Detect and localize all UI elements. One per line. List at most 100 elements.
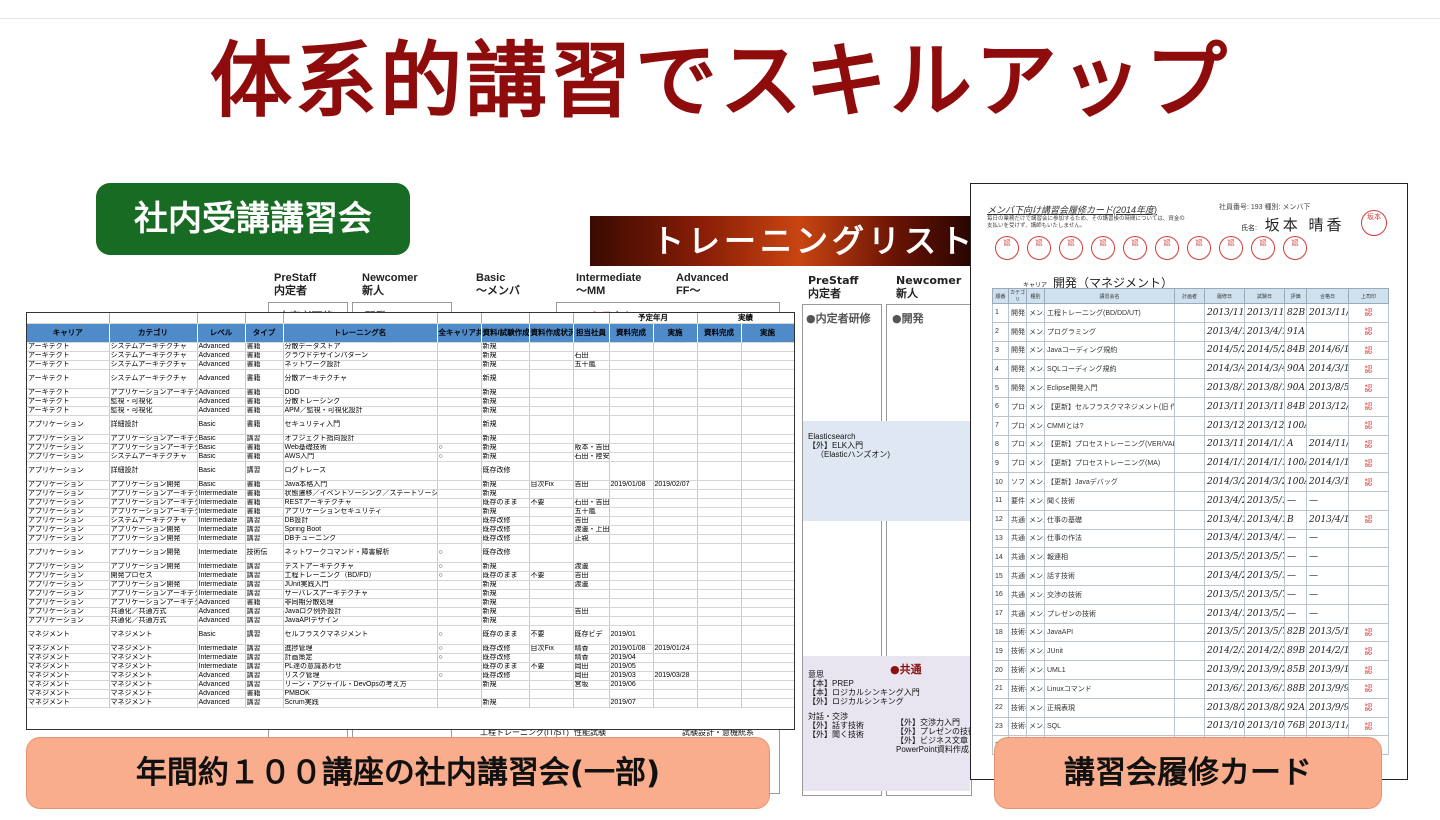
- table-cell[interactable]: [697, 671, 742, 681]
- sheet-col-header[interactable]: カテゴリ: [109, 323, 198, 343]
- table-cell[interactable]: 書籍: [245, 489, 284, 499]
- table-cell[interactable]: Advanced: [197, 598, 246, 608]
- table-cell[interactable]: [437, 434, 482, 444]
- table-cell[interactable]: [741, 653, 794, 663]
- table-cell[interactable]: [741, 698, 794, 708]
- table-cell[interactable]: アプリケーション: [27, 616, 110, 626]
- table-cell[interactable]: 2019/05: [609, 662, 654, 672]
- table-cell[interactable]: [529, 589, 574, 599]
- table-cell[interactable]: システムアーキテクチャ: [109, 342, 198, 352]
- table-cell[interactable]: 2019/03: [609, 671, 654, 681]
- table-cell[interactable]: [697, 342, 742, 352]
- table-cell[interactable]: [653, 580, 698, 590]
- table-cell[interactable]: [697, 443, 742, 453]
- table-cell[interactable]: 阪本・吉田: [573, 443, 610, 453]
- table-cell[interactable]: [741, 415, 794, 435]
- table-cell[interactable]: [529, 342, 574, 352]
- table-cell[interactable]: [437, 406, 482, 416]
- table-cell[interactable]: 書籍: [245, 598, 284, 608]
- table-cell[interactable]: [741, 571, 794, 581]
- table-cell[interactable]: [741, 625, 794, 645]
- table-cell[interactable]: アプリケーション: [27, 443, 110, 453]
- table-cell[interactable]: [529, 489, 574, 499]
- table-cell[interactable]: マネジメント: [109, 698, 198, 708]
- table-cell[interactable]: [609, 598, 654, 608]
- table-cell[interactable]: Intermediate: [197, 644, 246, 654]
- table-cell[interactable]: AWS入門: [283, 452, 438, 462]
- table-cell[interactable]: [697, 480, 742, 490]
- table-cell[interactable]: マネジメント: [109, 662, 198, 672]
- table-cell[interactable]: DDD: [283, 388, 438, 398]
- table-cell[interactable]: 新規: [481, 507, 530, 517]
- table-cell[interactable]: 岡田: [573, 662, 610, 672]
- table-cell[interactable]: 2019/01/24: [653, 644, 698, 654]
- table-cell[interactable]: 既存のまま: [481, 625, 530, 645]
- table-cell[interactable]: [653, 461, 698, 481]
- table-cell[interactable]: アプリケーションセキュリティ: [283, 507, 438, 517]
- table-cell[interactable]: アプリケーション: [27, 498, 110, 508]
- table-cell[interactable]: [653, 516, 698, 526]
- table-cell[interactable]: [653, 369, 698, 389]
- table-cell[interactable]: [609, 342, 654, 352]
- table-cell[interactable]: Advanced: [197, 698, 246, 708]
- table-cell[interactable]: Advanced: [197, 680, 246, 690]
- table-cell[interactable]: Basic: [197, 415, 246, 435]
- table-cell[interactable]: [653, 434, 698, 444]
- table-cell[interactable]: [529, 443, 574, 453]
- table-cell[interactable]: 既存のまま: [481, 571, 530, 581]
- table-cell[interactable]: [529, 680, 574, 690]
- table-cell[interactable]: 目次Fix: [529, 644, 574, 654]
- table-cell[interactable]: 新規: [481, 443, 530, 453]
- table-cell[interactable]: [529, 580, 574, 590]
- table-cell[interactable]: [697, 689, 742, 699]
- table-cell[interactable]: ○: [437, 562, 482, 572]
- table-cell[interactable]: 新規: [481, 342, 530, 352]
- table-cell[interactable]: 吉田: [573, 607, 610, 617]
- table-cell[interactable]: マネジメント: [109, 689, 198, 699]
- table-cell[interactable]: [437, 589, 482, 599]
- table-cell[interactable]: Advanced: [197, 406, 246, 416]
- table-cell[interactable]: アーキテクト: [27, 351, 110, 361]
- table-cell[interactable]: [609, 562, 654, 572]
- table-cell[interactable]: [697, 369, 742, 389]
- table-cell[interactable]: ○: [437, 452, 482, 462]
- sheet-col-header[interactable]: 資料完成: [609, 323, 654, 343]
- table-cell[interactable]: [609, 388, 654, 398]
- table-cell[interactable]: 2019/04: [609, 653, 654, 663]
- table-cell[interactable]: 新規: [481, 415, 530, 435]
- table-cell[interactable]: [741, 342, 794, 352]
- table-cell[interactable]: 講習: [245, 516, 284, 526]
- table-cell[interactable]: [573, 698, 610, 708]
- table-cell[interactable]: 新規: [481, 351, 530, 361]
- table-cell[interactable]: [653, 625, 698, 645]
- table-cell[interactable]: [609, 525, 654, 535]
- table-cell[interactable]: システムアーキテクチャ: [109, 351, 198, 361]
- table-cell[interactable]: ○: [437, 653, 482, 663]
- table-cell[interactable]: マネジメント: [109, 625, 198, 645]
- table-cell[interactable]: [529, 698, 574, 708]
- table-cell[interactable]: [741, 662, 794, 672]
- table-cell[interactable]: [741, 498, 794, 508]
- table-cell[interactable]: [741, 443, 794, 453]
- table-cell[interactable]: [653, 680, 698, 690]
- table-cell[interactable]: [529, 388, 574, 398]
- table-cell[interactable]: [741, 616, 794, 626]
- table-cell[interactable]: PMBOK: [283, 689, 438, 699]
- table-cell[interactable]: 既存改修: [481, 671, 530, 681]
- table-cell[interactable]: ○: [437, 571, 482, 581]
- table-cell[interactable]: ○: [437, 543, 482, 563]
- table-cell[interactable]: [697, 461, 742, 481]
- table-cell[interactable]: セキュリティ入門: [283, 415, 438, 435]
- table-cell[interactable]: Intermediate: [197, 653, 246, 663]
- table-cell[interactable]: [741, 562, 794, 572]
- table-cell[interactable]: [573, 543, 610, 563]
- table-cell[interactable]: [697, 351, 742, 361]
- table-cell[interactable]: Scrum実践: [283, 698, 438, 708]
- table-cell[interactable]: アプリケーション: [27, 571, 110, 581]
- table-cell[interactable]: [697, 589, 742, 599]
- table-cell[interactable]: 講習: [245, 434, 284, 444]
- table-cell[interactable]: [741, 580, 794, 590]
- table-cell[interactable]: アプリケーション: [27, 589, 110, 599]
- table-cell[interactable]: 新規: [481, 480, 530, 490]
- table-cell[interactable]: 講習: [245, 653, 284, 663]
